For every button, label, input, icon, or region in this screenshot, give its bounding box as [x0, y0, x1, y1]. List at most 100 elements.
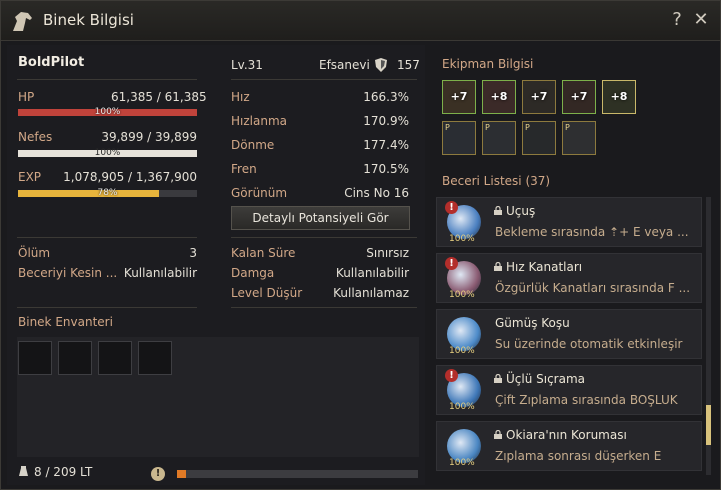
stamp-value: Kullanılabilir	[335, 266, 409, 280]
scrollbar-thumb[interactable]	[706, 405, 711, 445]
stamina-value: 39,899 / 39,899	[101, 130, 197, 144]
skill-item[interactable]: ! 100% Hız Kanatları Özgürlük Kanatları …	[436, 253, 702, 303]
lock-icon	[494, 262, 502, 271]
premium-mark: P	[525, 123, 530, 132]
stamina-label: Nefes	[18, 130, 53, 144]
stirrups-slot[interactable]: +8	[482, 80, 516, 114]
saddle-enhancement: +7	[450, 90, 468, 103]
stat-brake-value: 170.5%	[363, 162, 409, 176]
appearance-value: Cins No 16	[344, 186, 409, 200]
divider	[17, 307, 197, 308]
skill-list-title: Beceri Listesi (37)	[442, 174, 551, 188]
exp-percent: 78%	[97, 188, 118, 198]
stat-speed-value: 166.3%	[363, 90, 409, 104]
skill-name: Üçlü Sıçrama	[506, 372, 586, 386]
inventory-slot[interactable]	[138, 341, 172, 375]
stat-acceleration-label: Hızlanma	[231, 114, 287, 128]
help-button[interactable]: ?	[666, 9, 688, 31]
lock-icon	[494, 374, 502, 383]
warning-icon[interactable]: !	[151, 467, 165, 481]
exp-bar: 78%	[18, 188, 197, 198]
inventory-slot[interactable]	[18, 341, 52, 375]
premium-mark: P	[565, 123, 570, 132]
detailed-potential-button[interactable]: Detaylı Potansiyeli Gör	[231, 206, 410, 230]
mount-level: Lv.31	[231, 58, 263, 72]
death-label: Ölüm	[18, 246, 51, 260]
exp-value: 1,078,905 / 1,367,900	[63, 170, 197, 184]
skill-item[interactable]: 100% Gümüş Koşu Su üzerinde otomatik etk…	[436, 309, 702, 359]
grade-value: 157	[397, 58, 420, 72]
stat-turning-label: Dönme	[231, 138, 275, 152]
skill-list-scrollbar[interactable]	[706, 197, 711, 475]
skill-name: Uçuş	[506, 204, 536, 218]
level-down-label: Level Düşür	[231, 286, 303, 300]
stamp-label: Damga	[231, 266, 275, 280]
saddle-slot[interactable]: +7	[442, 80, 476, 114]
equipment-title: Ekipman Bilgisi	[442, 57, 534, 71]
divider	[231, 237, 417, 238]
lock-icon	[494, 206, 502, 215]
remaining-time-value: Sınırsız	[366, 246, 409, 260]
stamina-bar: 100%	[18, 148, 197, 158]
remaining-time-label: Kalan Süre	[231, 246, 296, 260]
hp-bar: 100%	[18, 107, 197, 117]
skill-item[interactable]: 100% Okiara'nın Koruması Zıplama sonrası…	[436, 421, 702, 471]
divider	[231, 79, 417, 80]
skill-item[interactable]: ! 100% Üçlü Sıçrama Çift Zıplama sırasın…	[436, 365, 702, 415]
mask-cosmetic-slot[interactable]: P	[562, 121, 596, 155]
skill-description: Su üzerinde otomatik etkinleşir	[495, 337, 683, 351]
skill-cancel-label: Beceriyi Kesin ...	[18, 266, 118, 280]
skill-name: Hız Kanatları	[506, 260, 583, 274]
skill-percent: 100%	[449, 458, 475, 468]
stat-turning-value: 177.4%	[363, 138, 409, 152]
alert-icon: !	[445, 257, 458, 270]
stat-brake-label: Fren	[231, 162, 257, 176]
skill-description: Bekleme sırasında ⇡+ E veya ...	[495, 225, 689, 239]
skill-cancel-value: Kullanılabilir	[123, 266, 197, 280]
appearance-label: Görünüm	[231, 186, 288, 200]
stat-speed-label: Hız	[231, 90, 250, 104]
level-down-value: Kullanılamaz	[333, 286, 409, 300]
skill-item[interactable]: ! 100% Uçuş Bekleme sırasında ⇡+ E veya …	[436, 197, 702, 247]
skill-percent: 100%	[449, 234, 475, 244]
skill-name: Okiara'nın Koruması	[506, 428, 627, 442]
lock-icon	[494, 430, 502, 439]
ring-slot[interactable]: +8	[602, 80, 636, 114]
inventory-slot[interactable]	[58, 341, 92, 375]
divider	[231, 307, 417, 308]
alert-icon: !	[445, 201, 458, 214]
window-title: Binek Bilgisi	[43, 11, 134, 29]
skill-description: Çift Zıplama sırasında BOŞLUK	[495, 393, 678, 407]
armor-cosmetic-slot[interactable]: P	[442, 121, 476, 155]
stat-acceleration-value: 170.9%	[363, 114, 409, 128]
inventory-slot[interactable]	[98, 341, 132, 375]
alert-icon: !	[445, 369, 458, 382]
weight-bar	[177, 470, 418, 478]
skill-description: Özgürlük Kanatları sırasında F ...	[495, 281, 691, 295]
stamina-percent: 100%	[94, 148, 121, 158]
stirrup-cosmetic-slot[interactable]: P	[522, 121, 556, 155]
death-value: 3	[189, 246, 197, 260]
horseshoe-enhancement: +7	[570, 90, 588, 103]
stirrups-enhancement: +8	[490, 90, 508, 103]
shield-icon	[375, 58, 387, 72]
title-bar[interactable]: Binek Bilgisi ? ✕	[1, 1, 720, 41]
skill-description: Zıplama sonrası düşerken E	[495, 449, 662, 463]
barding-enhancement: +7	[530, 90, 548, 103]
skill-name: Gümüş Koşu	[495, 316, 570, 330]
divider	[17, 79, 197, 80]
horseshoe-slot[interactable]: +7	[562, 80, 596, 114]
skill-percent: 100%	[449, 290, 475, 300]
inventory-title: Binek Envanteri	[18, 315, 113, 329]
weight-icon	[19, 466, 28, 476]
divider	[17, 237, 197, 238]
saddle-cosmetic-slot[interactable]: P	[482, 121, 516, 155]
hp-percent: 100%	[94, 107, 121, 117]
premium-mark: P	[445, 123, 450, 132]
exp-label: EXP	[18, 170, 42, 184]
barding-slot[interactable]: +7	[522, 80, 556, 114]
close-button[interactable]: ✕	[690, 9, 712, 31]
skill-percent: 100%	[449, 402, 475, 412]
ring-enhancement: +8	[610, 90, 628, 103]
horse-head-icon	[13, 12, 32, 31]
